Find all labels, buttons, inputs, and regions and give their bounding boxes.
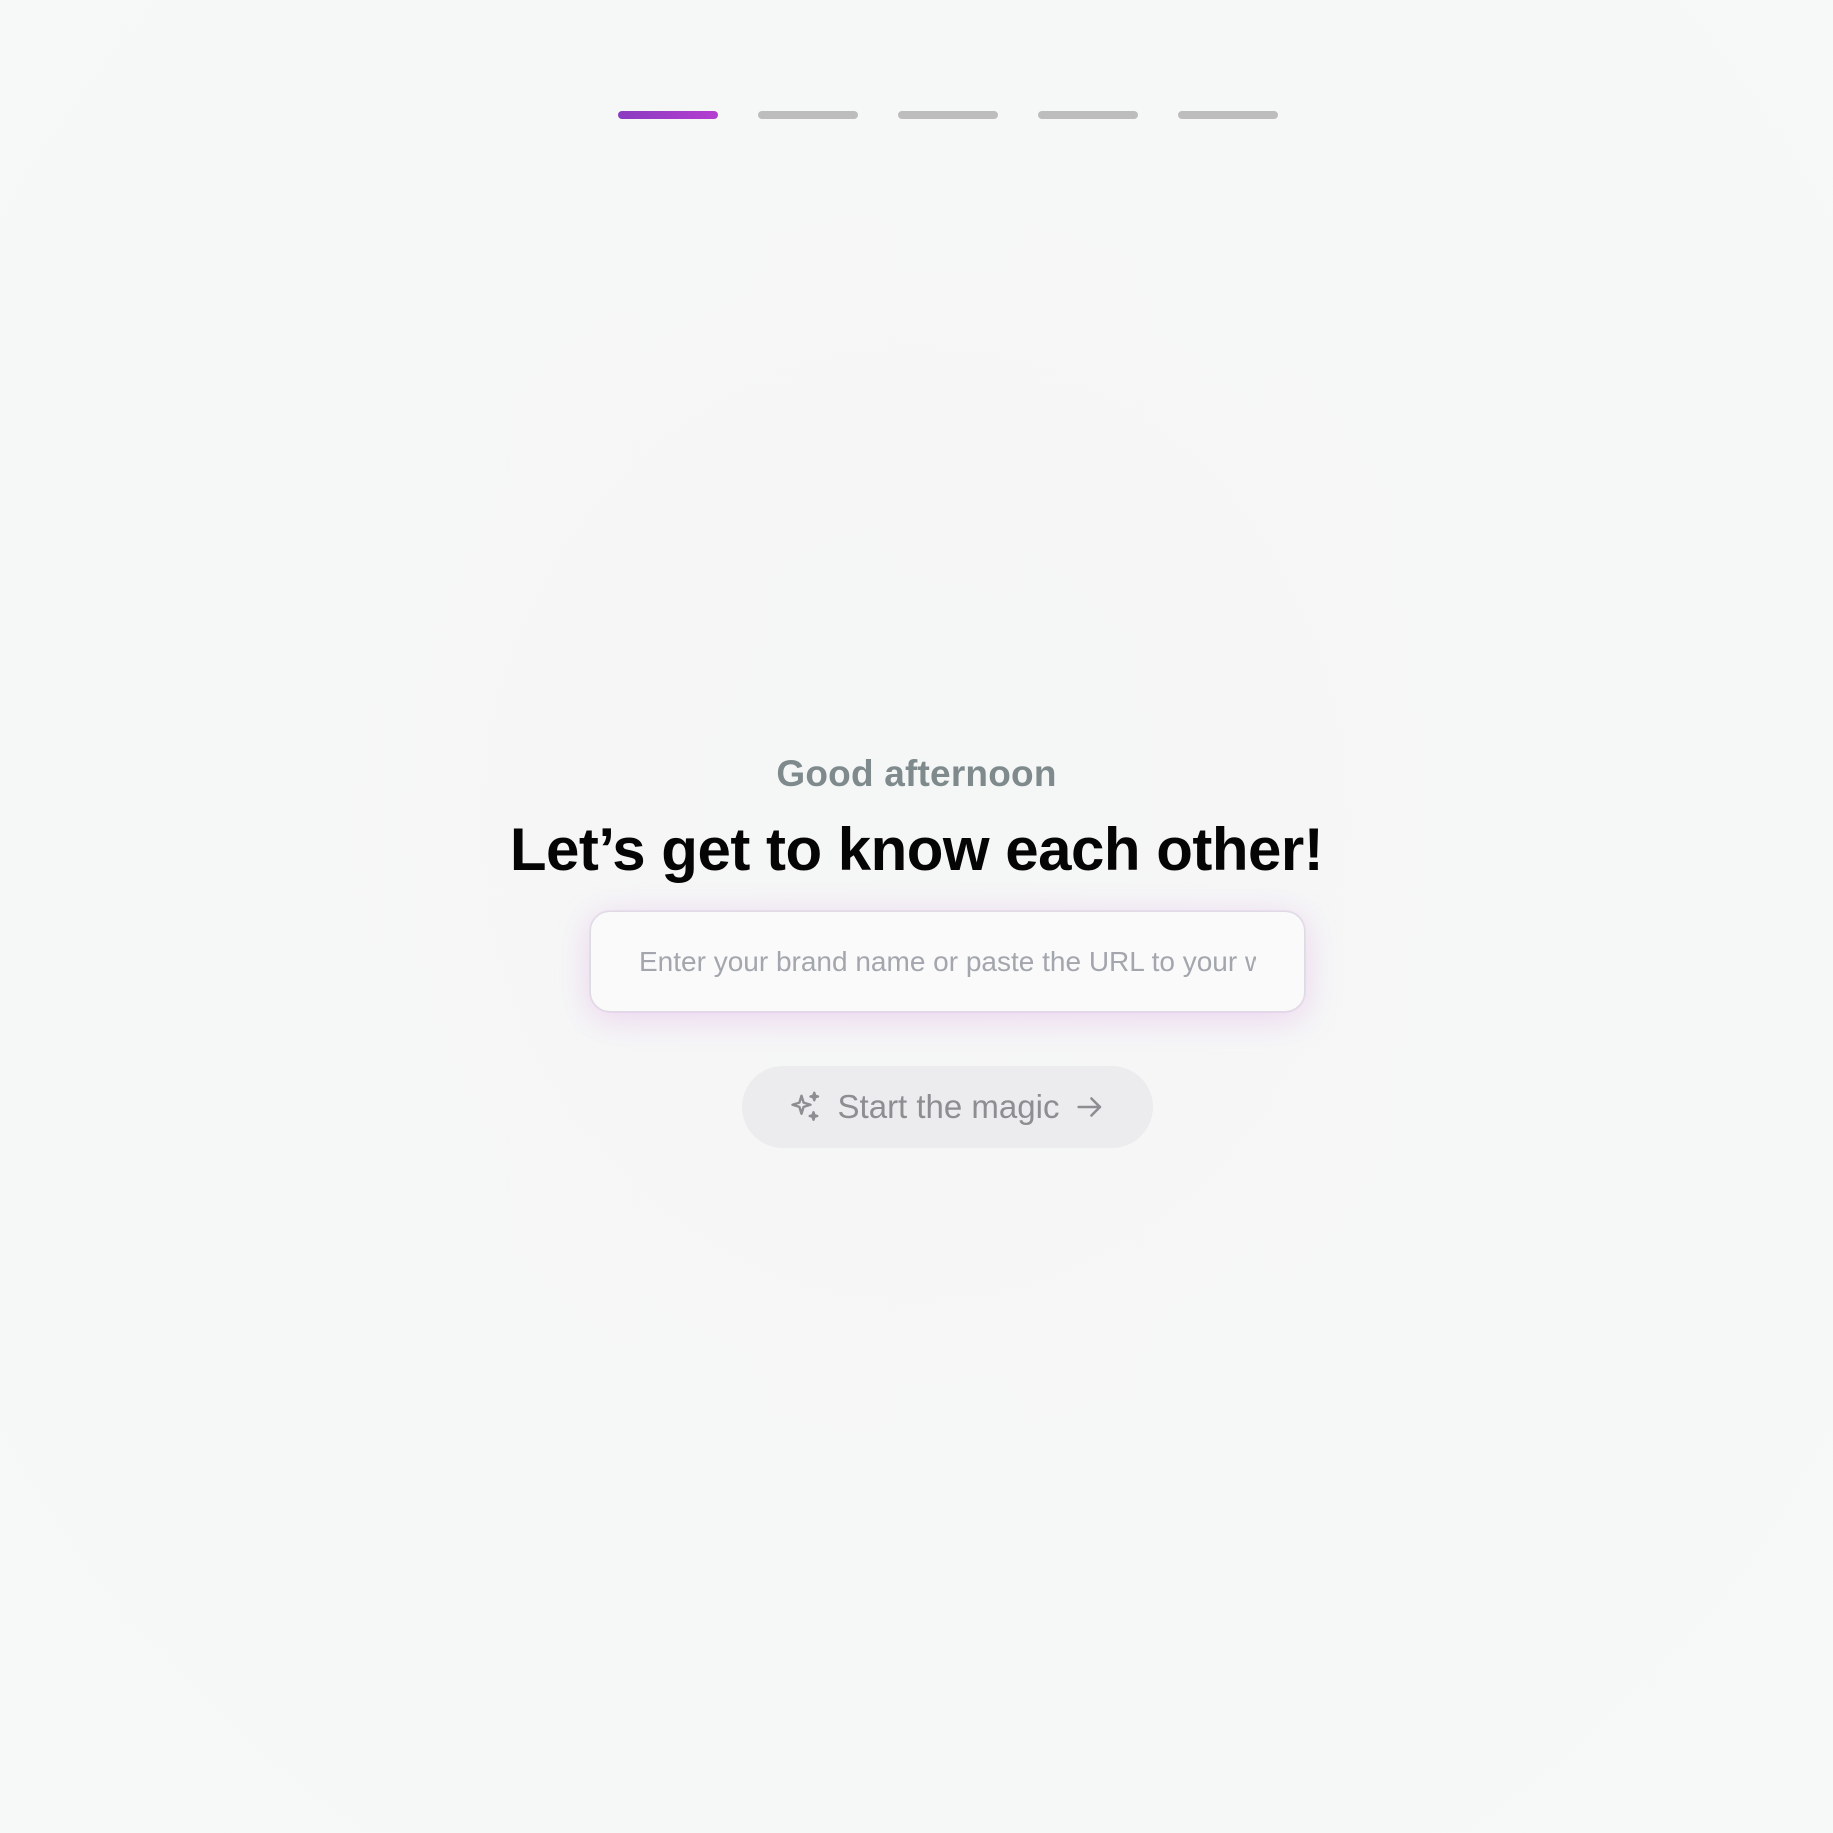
start-button-label: Start the magic [837, 1088, 1060, 1125]
sparkles-icon [788, 1089, 824, 1125]
page-title: Let’s get to know each other! [509, 816, 1324, 883]
brand-input[interactable] [591, 912, 1304, 1011]
greeting-text: Good afternoon [776, 753, 1057, 794]
brand-input-container [590, 911, 1305, 1012]
progress-stepper [618, 111, 1278, 119]
progress-step-4 [1038, 111, 1138, 119]
progress-step-3 [898, 111, 998, 119]
progress-step-1 [618, 111, 718, 119]
progress-step-2 [758, 111, 858, 119]
start-the-magic-button[interactable]: Start the magic [742, 1066, 1153, 1148]
arrow-right-icon [1073, 1090, 1107, 1124]
progress-step-5 [1178, 111, 1278, 119]
